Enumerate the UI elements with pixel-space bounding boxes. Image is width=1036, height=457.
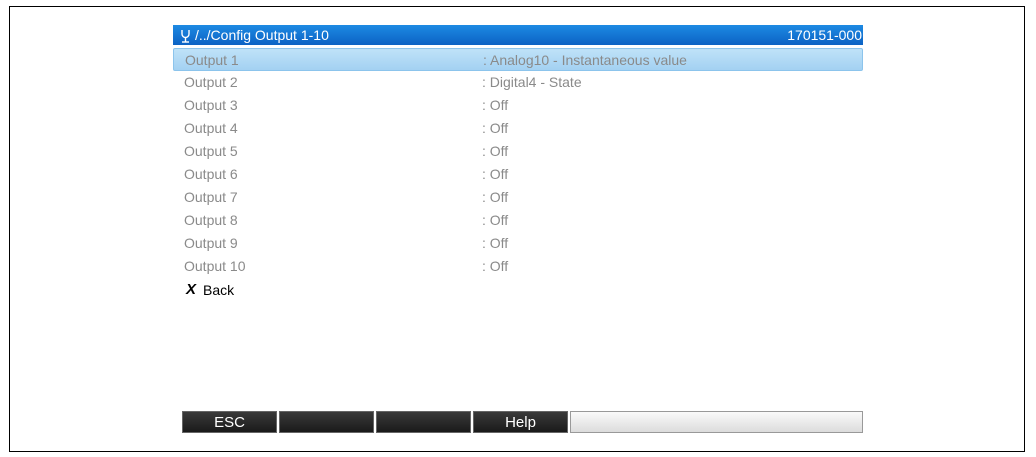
back-icon: X	[186, 281, 197, 298]
output-label: Output 9	[184, 235, 238, 251]
output-value: : Off	[482, 166, 509, 182]
output-value: : Off	[482, 258, 509, 274]
softkey-2[interactable]	[279, 411, 374, 433]
output-value: : Off	[482, 120, 509, 136]
output-label: Output 5	[184, 143, 238, 159]
title-left: /../Config Output 1-10	[179, 25, 329, 45]
output-value: : Digital4 - State	[482, 74, 582, 90]
output-row-8[interactable]: Output 8 : Off	[173, 209, 863, 232]
output-row-9[interactable]: Output 9 : Off	[173, 232, 863, 255]
output-row-2[interactable]: Output 2 : Digital4 - State	[173, 71, 863, 94]
output-row-10[interactable]: Output 10 : Off	[173, 255, 863, 278]
output-label: Output 2	[184, 74, 238, 90]
output-value: : Off	[482, 143, 509, 159]
esc-softkey[interactable]: ESC	[182, 411, 277, 433]
config-screen: /../Config Output 1-10 170151-000 Output…	[173, 25, 863, 302]
output-row-3[interactable]: Output 3 : Off	[173, 94, 863, 117]
screen-code: 170151-000	[787, 27, 862, 43]
output-label: Output 8	[184, 212, 238, 228]
output-value: : Off	[482, 235, 509, 251]
output-label: Output 4	[184, 120, 238, 136]
back-item[interactable]: X Back	[173, 278, 863, 302]
output-row-4[interactable]: Output 4 : Off	[173, 117, 863, 140]
softkey-5[interactable]	[570, 411, 863, 433]
output-label: Output 7	[184, 189, 238, 205]
breadcrumb-path: /../Config Output 1-10	[195, 27, 329, 43]
setup-icon	[179, 28, 192, 43]
output-row-1[interactable]: Output 1 : Analog10 - Instantaneous valu…	[173, 48, 863, 71]
softkey-bar: ESC Help	[182, 411, 863, 434]
output-value: : Off	[482, 97, 509, 113]
output-label: Output 3	[184, 97, 238, 113]
help-softkey[interactable]: Help	[473, 411, 568, 433]
output-value: : Off	[482, 189, 509, 205]
output-value: : Analog10 - Instantaneous value	[483, 52, 687, 68]
output-list: Output 1 : Analog10 - Instantaneous valu…	[173, 48, 863, 302]
back-label: Back	[203, 282, 235, 298]
output-label: Output 1	[185, 52, 239, 68]
softkey-3[interactable]	[376, 411, 471, 433]
title-bar: /../Config Output 1-10 170151-000	[173, 25, 863, 45]
output-label: Output 10	[184, 258, 246, 274]
output-row-5[interactable]: Output 5 : Off	[173, 140, 863, 163]
output-row-7[interactable]: Output 7 : Off	[173, 186, 863, 209]
output-label: Output 6	[184, 166, 238, 182]
output-value: : Off	[482, 212, 509, 228]
output-row-6[interactable]: Output 6 : Off	[173, 163, 863, 186]
